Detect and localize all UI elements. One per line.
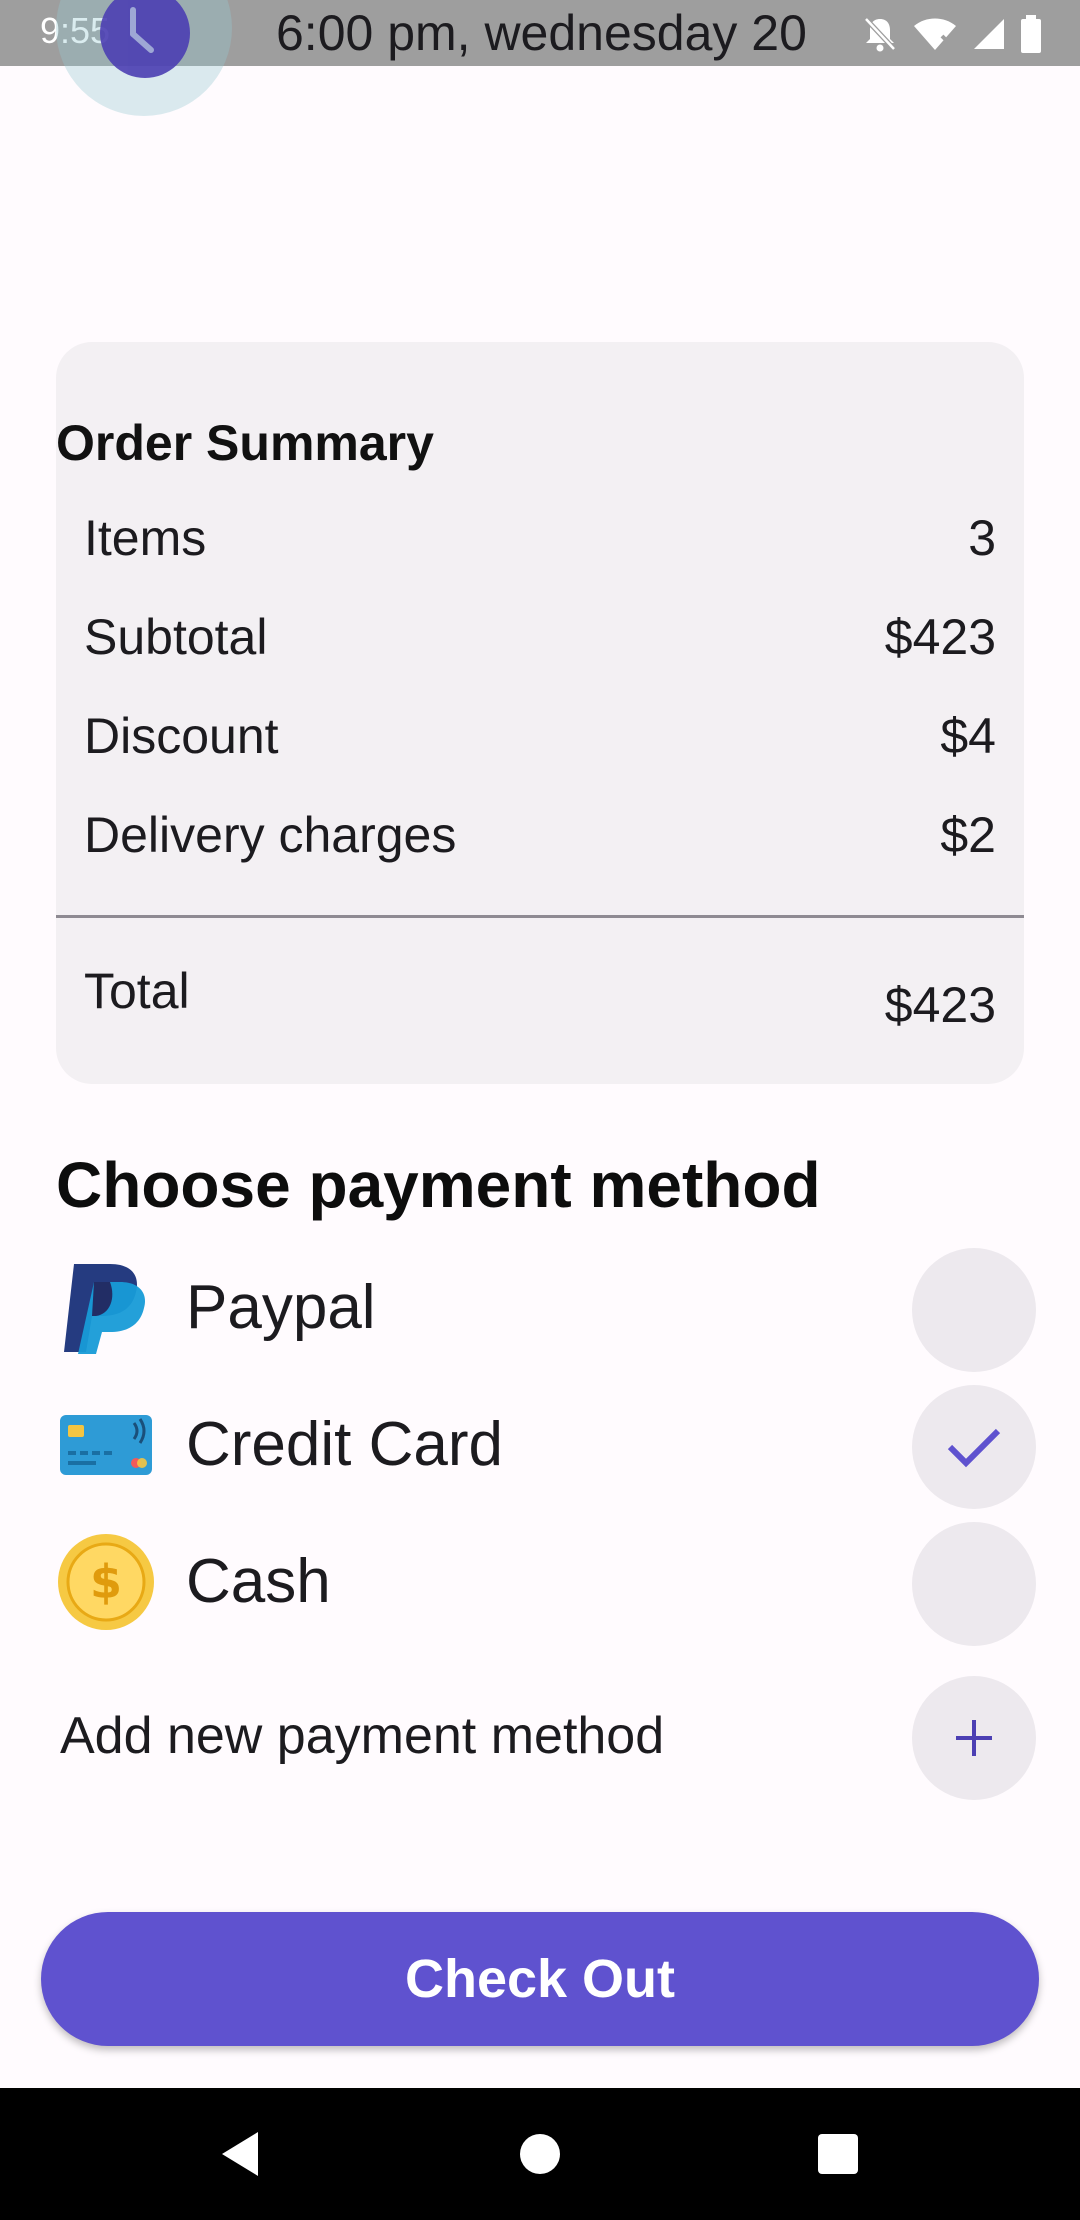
summary-label: Items	[84, 510, 207, 566]
nav-home-button[interactable]	[460, 2088, 620, 2220]
checkout-button[interactable]: Check Out	[41, 1912, 1039, 2046]
total-value: $423	[884, 977, 996, 1033]
nav-back-button[interactable]	[160, 2088, 320, 2220]
summary-value: $423	[884, 609, 996, 665]
summary-value: $4	[940, 708, 996, 764]
bell-off-icon	[864, 17, 896, 52]
summary-label: Delivery charges	[84, 807, 457, 863]
summary-row-items: Items 3	[84, 503, 996, 573]
credit-card-icon	[56, 1395, 156, 1495]
system-navigation-bar	[0, 2088, 1080, 2220]
home-circle-icon	[520, 2134, 560, 2174]
summary-row-delivery: Delivery charges $2	[84, 800, 996, 870]
svg-text:$: $	[90, 1555, 122, 1609]
payment-radio-credit-card[interactable]	[912, 1385, 1036, 1509]
summary-row-total: Total $423	[84, 962, 996, 1052]
payment-label: Paypal	[186, 1273, 376, 1342]
plus-icon	[956, 1720, 992, 1756]
back-triangle-icon	[222, 2132, 258, 2176]
dollar-coin-icon: $	[56, 1532, 156, 1632]
check-icon	[947, 1428, 1001, 1468]
summary-row-subtotal: Subtotal $423	[84, 602, 996, 672]
paypal-logo-icon	[56, 1258, 156, 1358]
order-summary-title: Order Summary	[56, 415, 434, 471]
payment-radio-cash[interactable]	[912, 1522, 1036, 1646]
status-bar: 9:55 6:00 pm, wednesday 20	[0, 0, 1080, 116]
battery-icon	[1021, 15, 1041, 53]
cell-signal-icon	[974, 19, 1004, 49]
status-icons	[862, 14, 1042, 54]
order-summary-card: Order Summary Items 3 Subtotal $423 Disc…	[56, 342, 1024, 1084]
payment-heading: Choose payment method	[56, 1149, 821, 1221]
payment-label: Credit Card	[186, 1410, 503, 1479]
payment-option-paypal[interactable]: Paypal	[56, 1236, 1036, 1372]
summary-label: Discount	[84, 708, 279, 764]
add-payment-method-row[interactable]: Add new payment method	[60, 1676, 1036, 1800]
nav-recents-button[interactable]	[758, 2088, 918, 2220]
summary-label: Subtotal	[84, 609, 268, 665]
payment-label: Cash	[186, 1547, 331, 1616]
total-label: Total	[84, 963, 190, 1019]
add-payment-method-label: Add new payment method	[60, 1707, 665, 1765]
checkout-screen: 9:55 6:00 pm, wednesday 20 Order Summary…	[0, 0, 1080, 2220]
status-date: 6:00 pm, wednesday 20	[276, 5, 807, 61]
summary-value: $2	[940, 807, 996, 863]
summary-value: 3	[968, 510, 996, 566]
recents-square-icon	[818, 2134, 858, 2174]
summary-divider	[56, 915, 1024, 918]
payment-option-cash[interactable]: $ Cash	[56, 1510, 1036, 1646]
wifi-icon	[914, 18, 958, 52]
payment-option-credit-card[interactable]: Credit Card	[56, 1373, 1036, 1509]
summary-row-discount: Discount $4	[84, 701, 996, 771]
add-payment-method-button[interactable]	[912, 1676, 1036, 1800]
payment-radio-paypal[interactable]	[912, 1248, 1036, 1372]
